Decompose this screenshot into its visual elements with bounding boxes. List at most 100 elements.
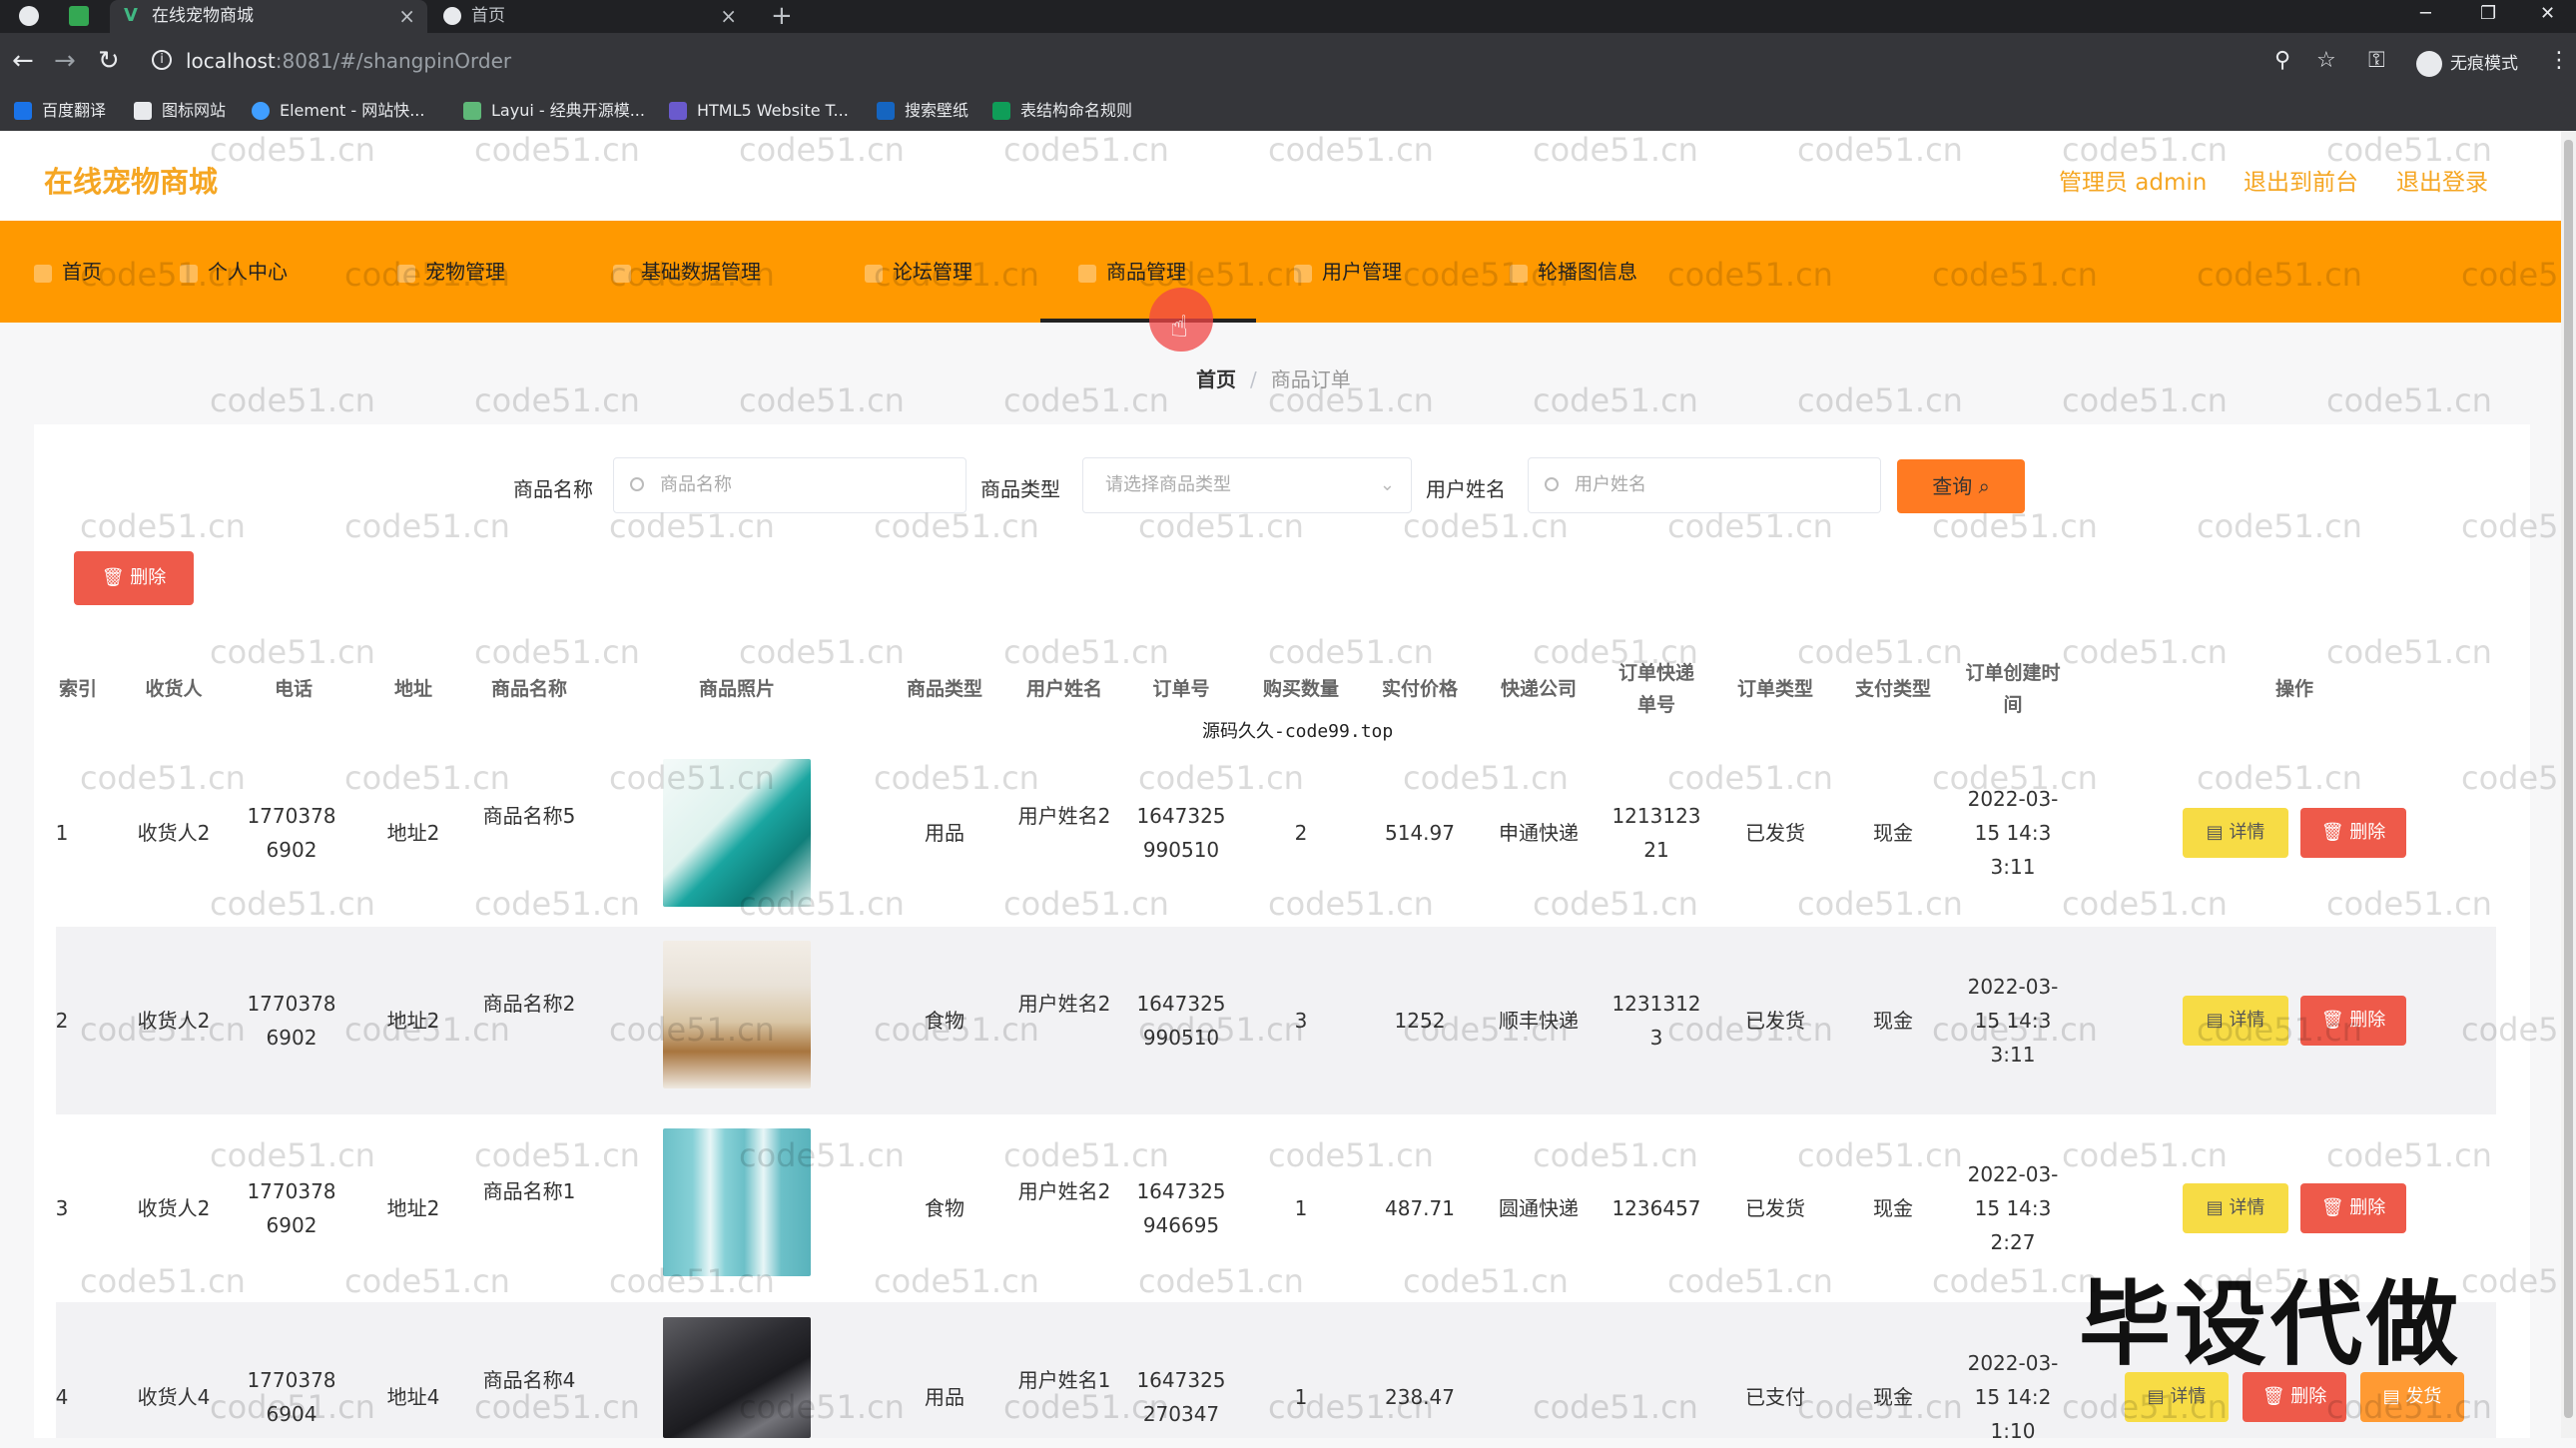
col-created: 订单创建时间: [1965, 662, 2061, 716]
col-tracking: 订单快递单号: [1617, 662, 1694, 716]
bookmark-label: 搜索壁纸: [905, 101, 969, 120]
col-address: 地址: [393, 678, 432, 700]
goods-icon: [1078, 264, 1096, 283]
detail-button[interactable]: ▤ 详情: [2183, 1183, 2288, 1233]
product-photo: [663, 1317, 811, 1438]
delete-label: 删除: [2349, 1010, 2386, 1031]
new-tab-icon[interactable]: +: [771, 0, 793, 33]
url-field[interactable]: localhost:8081/#/shangpinOrder: [186, 49, 511, 73]
cell-order-no: 1647325990510: [1136, 992, 1226, 1050]
bookmark-label: 百度翻译: [42, 101, 107, 120]
back-to-front-link[interactable]: 退出到前台: [2244, 163, 2358, 197]
col-pay-type: 支付类型: [1854, 678, 1931, 700]
delete-label: 删除: [2290, 1386, 2327, 1407]
layui-icon: [463, 102, 481, 120]
cell-type: 用品: [925, 1385, 965, 1409]
cell-receiver: 收货人2: [137, 821, 211, 845]
delete-button[interactable]: 🗑 删除: [2300, 808, 2406, 858]
delete-button[interactable]: 🗑 删除: [2300, 1183, 2406, 1233]
image-icon: [1510, 264, 1528, 283]
bookmark-label: Layui - 经典开源模...: [491, 101, 645, 120]
cell-address: 地址2: [386, 821, 440, 845]
bookmark-item[interactable]: 搜索壁纸: [877, 91, 968, 131]
logout-link[interactable]: 退出登录: [2396, 163, 2488, 197]
admin-label: 管理员 admin: [2059, 170, 2208, 196]
cell-order-no: 1647325270347: [1136, 1368, 1226, 1426]
doc-icon: ▤: [2147, 1386, 2171, 1407]
nav-home[interactable]: 首页: [34, 221, 102, 323]
trash-icon: 🗑: [2320, 1197, 2350, 1218]
watermark-text: code51.cn: [739, 381, 905, 419]
delete-label: 删除: [2349, 1197, 2386, 1218]
restore-icon[interactable]: ❐: [2480, 0, 2496, 28]
bookmark-item[interactable]: 百度翻译: [14, 91, 106, 131]
nav-forum[interactable]: 论坛管理: [865, 221, 972, 323]
bookmark-item[interactable]: HTML5 Website T...: [669, 91, 849, 131]
detail-button[interactable]: ▤ 详情: [2183, 808, 2288, 858]
cell-tracking: 12313123: [1611, 992, 1701, 1050]
back-icon[interactable]: ←: [12, 46, 34, 76]
html5-icon: [669, 102, 687, 120]
close-window-icon[interactable]: ✕: [2540, 0, 2555, 28]
breadcrumb-current: 商品订单: [1270, 367, 1351, 391]
close-tab-icon[interactable]: ×: [720, 0, 737, 33]
watermark-text: code51.cn: [2326, 381, 2492, 419]
product-photo: [663, 759, 811, 907]
doc-icon: ▤: [2206, 1197, 2230, 1218]
product-name-input[interactable]: 商品名称: [613, 457, 966, 513]
cell-tracking: 121312321: [1611, 804, 1701, 862]
main-nav: 首页 个人中心 宠物管理 基础数据管理 论坛管理 商品管理 用户管理 轮播图信息: [0, 221, 2561, 323]
key-icon[interactable]: ⚿: [2368, 48, 2385, 73]
nav-users[interactable]: 用户管理: [1294, 221, 1402, 323]
app-tab-icon[interactable]: [69, 6, 89, 26]
incognito-icon: [2416, 51, 2442, 77]
users-icon: [1294, 264, 1312, 283]
forward-icon[interactable]: →: [54, 46, 76, 76]
batch-delete-button[interactable]: 🗑 删除: [74, 551, 194, 605]
translate-icon: [14, 102, 32, 120]
nav-basic-data[interactable]: 基础数据管理: [613, 221, 761, 323]
delete-button[interactable]: 🗑 删除: [2300, 996, 2406, 1046]
breadcrumb-home[interactable]: 首页: [1196, 367, 1236, 391]
trash-icon: 🗑: [2320, 822, 2350, 843]
col-product-name: 商品名称: [490, 678, 567, 700]
nav-pet-management[interactable]: 宠物管理: [397, 221, 505, 323]
tab-home[interactable]: 首页 ×: [429, 0, 749, 33]
wallpaper-icon: [877, 102, 895, 120]
bookmark-item[interactable]: Element - 网站快...: [252, 91, 424, 131]
query-button[interactable]: 查询 ⌕: [1897, 459, 2025, 513]
nav-personal-center[interactable]: 个人中心: [180, 221, 288, 323]
cell-created: 2022-03-15 14:21:10: [1967, 1351, 2059, 1443]
product-type-select[interactable]: 请选择商品类型 ⌄: [1082, 457, 1412, 513]
bookmark-item[interactable]: 图标网站: [134, 91, 226, 131]
star-icon[interactable]: ☆: [2316, 48, 2336, 73]
bookmark-item[interactable]: Layui - 经典开源模...: [463, 91, 645, 131]
delete-label: 删除: [130, 567, 167, 588]
chrome-menu-icon[interactable]: [19, 6, 39, 26]
scrollbar-thumb[interactable]: [2564, 140, 2573, 1418]
doc-icon: ▤: [2206, 1010, 2230, 1031]
cell-address: 地址2: [386, 1009, 440, 1033]
address-bar: ← → ↻ i localhost:8081/#/shangpinOrder ⚲…: [0, 33, 2576, 91]
tab-pet-mall[interactable]: V 在线宠物商城 ×: [110, 0, 427, 33]
zoom-icon[interactable]: ⚲: [2274, 48, 2290, 73]
user-name-input[interactable]: 用户姓名: [1528, 457, 1881, 513]
cell-user: 用户姓名2: [1017, 1179, 1111, 1203]
cell-qty: 3: [1294, 1009, 1308, 1033]
close-tab-icon[interactable]: ×: [398, 0, 415, 33]
incognito-badge[interactable]: 无痕模式: [2416, 49, 2518, 77]
site-info-icon[interactable]: i: [152, 50, 172, 70]
promo-overlay: 毕设代做: [2079, 1271, 2463, 1378]
bookmark-item[interactable]: 表结构命名规则: [992, 91, 1132, 131]
watermark-text: code51.cn: [1797, 381, 1963, 419]
product-name-label: 商品名称: [513, 477, 593, 501]
nav-carousel[interactable]: 轮播图信息: [1510, 221, 1637, 323]
more-icon[interactable]: ⋮: [2548, 48, 2570, 73]
bookmark-label: Element - 网站快...: [280, 101, 425, 120]
detail-button[interactable]: ▤ 详情: [2183, 996, 2288, 1046]
col-receiver: 收货人: [145, 678, 203, 700]
tab-title: 在线宠物商城: [152, 6, 254, 26]
url-path: :8081/#/shangpinOrder: [275, 49, 512, 73]
reload-icon[interactable]: ↻: [98, 46, 120, 76]
minimize-icon[interactable]: ─: [2420, 0, 2431, 28]
